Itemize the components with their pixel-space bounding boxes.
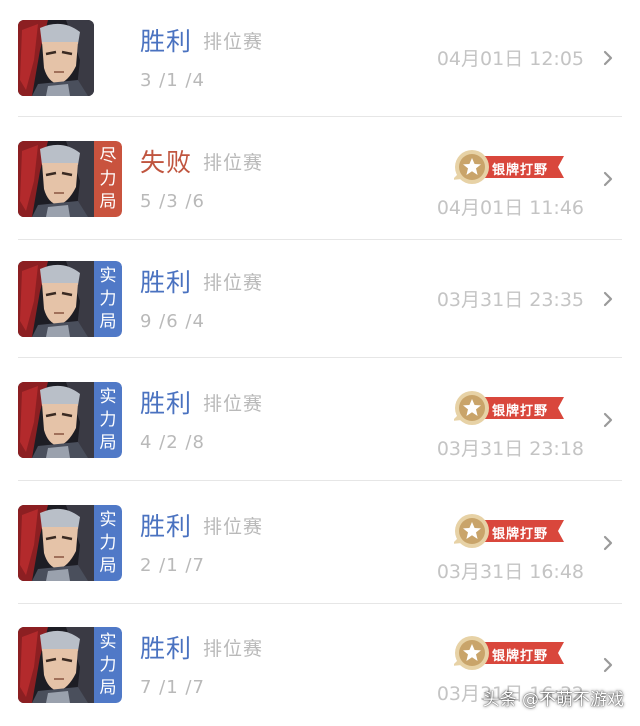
tag-char: 实: [99, 631, 117, 652]
kda-stats: 4 /2 /8: [140, 432, 205, 453]
match-mode: 排位赛: [203, 638, 264, 660]
hero-avatar: 实力局: [18, 627, 122, 703]
chevron-right-icon[interactable]: [600, 535, 616, 551]
hero-avatar: 实力局: [18, 261, 122, 337]
match-time: 04月01日 12:05: [436, 48, 584, 70]
tag-char: 局: [99, 555, 117, 576]
tag-char: 实: [99, 386, 117, 407]
chevron-right-icon[interactable]: [600, 50, 616, 66]
match-result: 胜利: [140, 512, 193, 541]
kda-stats: 5 /3 /6: [140, 191, 205, 212]
tag-char: 力: [99, 532, 117, 553]
tag-char: 尽: [99, 145, 117, 166]
watermark: 头条 @不萌不游戏: [482, 690, 624, 710]
tag-char: 力: [99, 409, 117, 430]
match-result: 胜利: [140, 634, 193, 663]
match-mode: 排位赛: [203, 516, 264, 538]
match-time: 04月01日 11:46: [436, 197, 584, 219]
match-mode: 排位赛: [203, 393, 264, 415]
tag-char: 局: [99, 191, 117, 212]
tag-char: 局: [99, 432, 117, 453]
chevron-right-icon[interactable]: [600, 657, 616, 673]
badge-label: 银牌打野: [492, 404, 549, 419]
badge-label: 银牌打野: [492, 649, 549, 664]
match-row[interactable]: 实力局胜利 排位赛 4 /2 /8 03月31日 23:18 银牌打野: [0, 358, 640, 481]
tag-char: 力: [99, 168, 117, 189]
match-time: 03月31日 23:35: [436, 289, 584, 311]
match-mode: 排位赛: [203, 31, 264, 53]
match-mode: 排位赛: [203, 152, 264, 174]
kda-stats: 2 /1 /7: [140, 555, 205, 576]
silver-jungler-badge: 银牌打野: [452, 512, 566, 550]
kda-stats: 3 /1 /4: [140, 70, 205, 91]
match-row[interactable]: 尽力局失败 排位赛 5 /3 /6 04月01日 11:46 银牌打野: [0, 118, 640, 240]
row-divider: [18, 116, 622, 117]
badge-label: 银牌打野: [492, 527, 549, 542]
match-result: 胜利: [140, 268, 193, 297]
tag-char: 局: [99, 677, 117, 698]
silver-jungler-badge: 银牌打野: [452, 148, 566, 186]
hero-avatar: [18, 20, 94, 96]
match-result: 失败: [140, 148, 193, 177]
silver-jungler-badge: 银牌打野: [452, 389, 566, 427]
tag-char: 实: [99, 509, 117, 530]
kda-stats: 7 /1 /7: [140, 677, 205, 698]
chevron-right-icon[interactable]: [600, 171, 616, 187]
match-row[interactable]: 胜利 排位赛 3 /1 /4 04月01日 12:05: [0, 0, 640, 117]
tag-char: 力: [99, 654, 117, 675]
strength-match-tag: 实力局: [94, 382, 122, 458]
match-row[interactable]: 实力局胜利 排位赛 9 /6 /4 03月31日 23:35: [0, 240, 640, 358]
chevron-right-icon[interactable]: [600, 412, 616, 428]
match-result: 胜利: [140, 389, 193, 418]
tag-char: 局: [99, 311, 117, 332]
match-time: 03月31日 16:48: [436, 561, 584, 583]
tag-char: 力: [99, 288, 117, 309]
hero-avatar: 实力局: [18, 382, 122, 458]
best-effort-match-tag: 尽力局: [94, 141, 122, 217]
strength-match-tag: 实力局: [94, 261, 122, 337]
strength-match-tag: 实力局: [94, 627, 122, 703]
tag-char: 实: [99, 265, 117, 286]
hero-avatar: 尽力局: [18, 141, 122, 217]
match-mode: 排位赛: [203, 272, 264, 294]
match-row[interactable]: 实力局胜利 排位赛 2 /1 /7 03月31日 16:48 银牌打野: [0, 481, 640, 604]
chevron-right-icon[interactable]: [600, 291, 616, 307]
badge-label: 银牌打野: [492, 163, 549, 178]
strength-match-tag: 实力局: [94, 505, 122, 581]
hero-avatar: 实力局: [18, 505, 122, 581]
match-result: 胜利: [140, 27, 193, 56]
silver-jungler-badge: 银牌打野: [452, 634, 566, 672]
kda-stats: 9 /6 /4: [140, 311, 205, 332]
match-time: 03月31日 23:18: [436, 438, 584, 460]
